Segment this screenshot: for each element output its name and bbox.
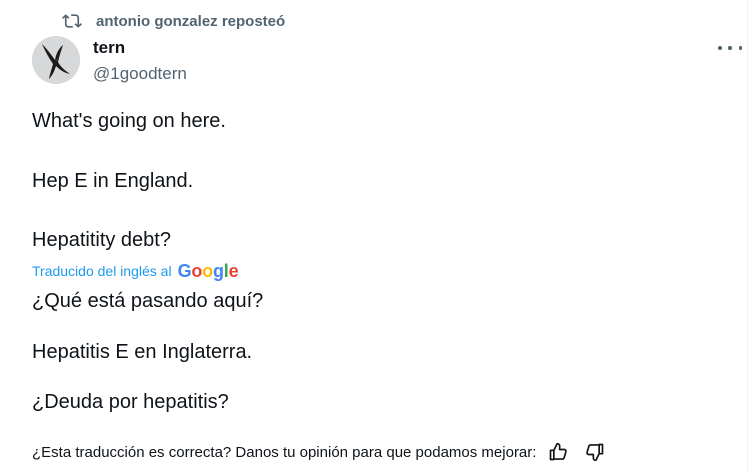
post-original-line: Hepatitity debt? — [32, 229, 171, 251]
thumbs-down-icon — [586, 443, 604, 462]
post-translated-line: ¿Qué está pasando aquí? — [32, 290, 264, 312]
author-display-name[interactable]: tern — [93, 38, 125, 58]
translation-feedback: ¿Esta traducción es correcta? Danos tu o… — [32, 441, 606, 463]
avatar[interactable] — [32, 36, 80, 84]
author-handle[interactable]: @1goodtern — [93, 64, 187, 84]
more-horizontal-icon — [718, 46, 722, 50]
post-translated-line: Hepatitis E en Inglaterra. — [32, 341, 253, 363]
thumbs-up-icon — [550, 442, 568, 461]
translation-attribution-label: Traducido del inglés al — [32, 263, 172, 279]
repost-indicator: antonio gonzalez reposteó — [62, 11, 285, 31]
tern-bird-avatar — [32, 36, 80, 84]
repost-icon — [62, 11, 82, 31]
feedback-question: ¿Esta traducción es correcta? Danos tu o… — [32, 443, 537, 461]
more-options-button[interactable] — [718, 40, 742, 56]
post-translated-line: ¿Deuda por hepatitis? — [32, 391, 229, 413]
thumbs-up-button[interactable] — [547, 441, 569, 463]
repost-text[interactable]: antonio gonzalez reposteó — [96, 13, 285, 30]
post-original-line: Hep E in England. — [32, 170, 194, 192]
thumbs-down-button[interactable] — [584, 441, 606, 463]
post-original-line: What's going on here. — [32, 110, 226, 132]
translation-attribution: Traducido del inglés al Google — [32, 260, 239, 282]
google-logo: Google — [177, 260, 239, 281]
column-divider — [747, 0, 748, 472]
